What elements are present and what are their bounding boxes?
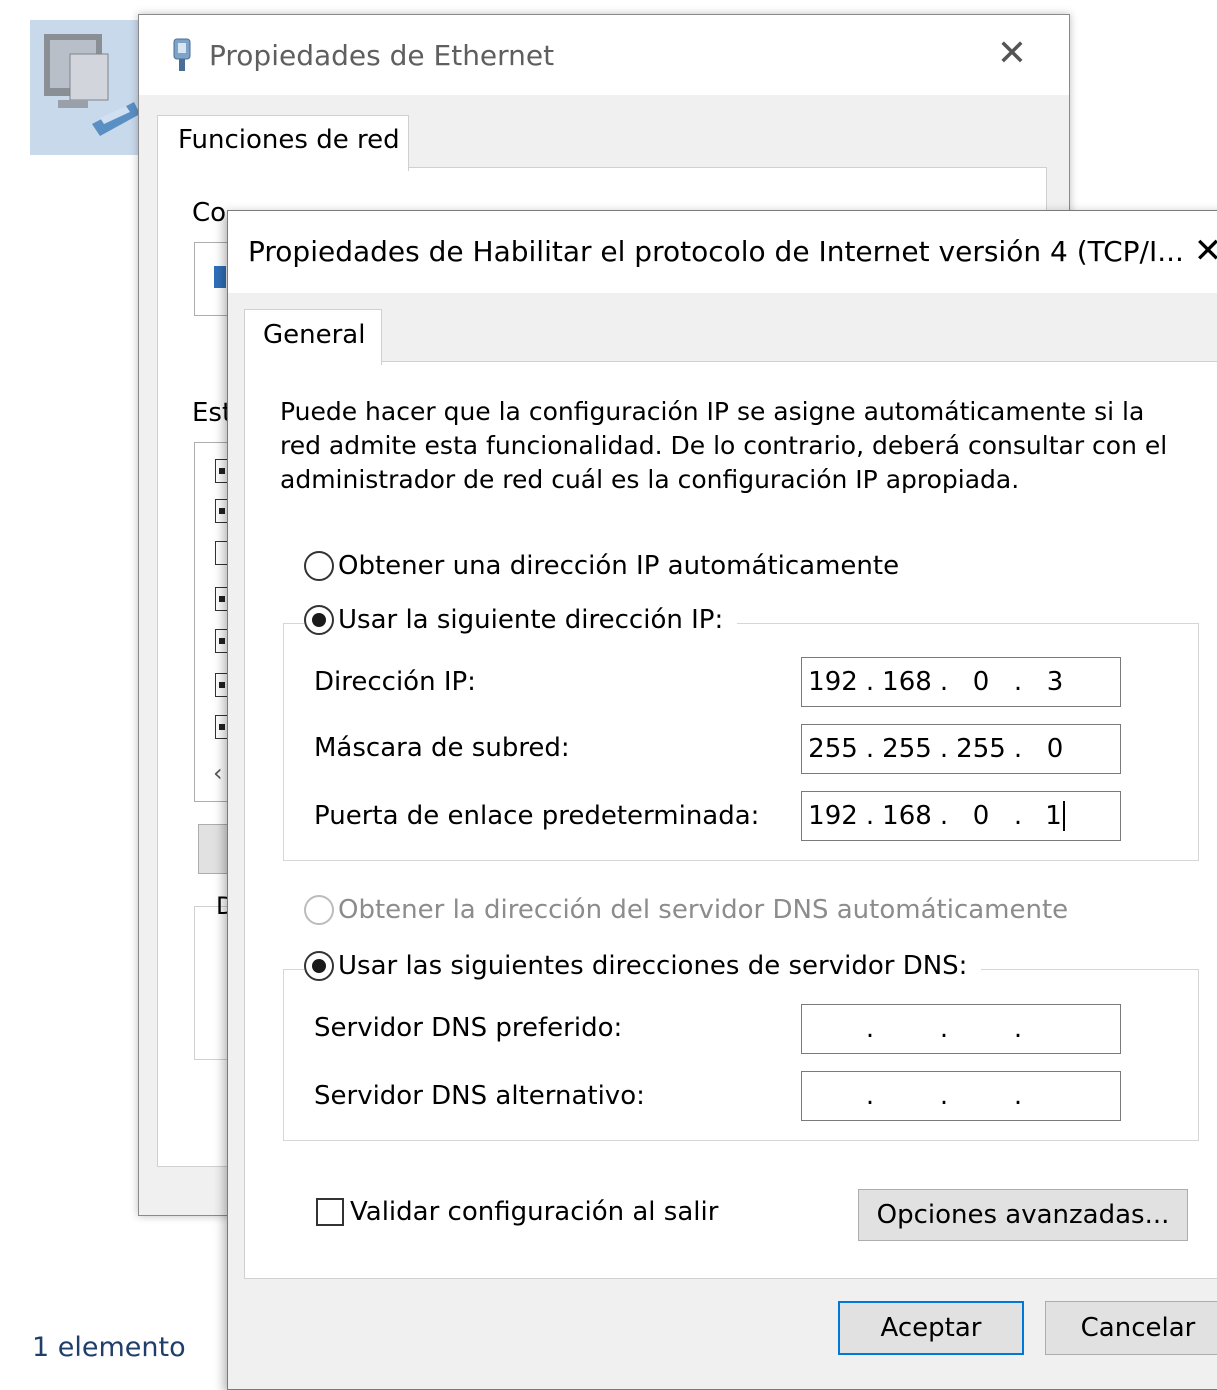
ip-manual-label: Usar la siguiente dirección IP:: [338, 605, 724, 635]
cancel-button[interactable]: Cancelar: [1045, 1301, 1217, 1355]
dns-auto-radio[interactable]: [304, 895, 334, 925]
ethernet-close-icon[interactable]: ✕: [989, 31, 1035, 77]
octet: 255: [808, 734, 858, 764]
adapter-icon: [214, 266, 226, 288]
octet: 255: [956, 734, 1006, 764]
ethernet-items-list: ‹: [194, 442, 230, 802]
ip-auto-radio-row[interactable]: Obtener una dirección IP automáticamente: [304, 551, 899, 581]
description-group: [194, 906, 230, 1060]
ip-manual-radio-row[interactable]: Usar la siguiente dirección IP:: [304, 605, 738, 635]
dns-auto-label: Obtener la dirección del servidor DNS au…: [338, 895, 1069, 925]
network-computer-icon: [44, 34, 140, 136]
dns-manual-radio[interactable]: [304, 951, 334, 981]
alternate-dns-field[interactable]: . . .: [801, 1071, 1121, 1121]
scroll-left-icon[interactable]: ‹: [213, 759, 223, 787]
subnet-mask-field[interactable]: 255. 255. 255. 0: [801, 724, 1121, 774]
ip-address-field[interactable]: 192. 168. 0. 3: [801, 657, 1121, 707]
octet: 168: [882, 801, 932, 831]
octet: 0: [972, 667, 990, 697]
ip-auto-radio[interactable]: [304, 551, 334, 581]
octet: 192: [808, 667, 858, 697]
network-adapter-tile[interactable]: [30, 20, 142, 155]
octet: 1: [1045, 801, 1062, 831]
octet-with-caret: 1: [1024, 801, 1086, 831]
octet: 255: [882, 734, 932, 764]
ethernet-dialog-titlebar[interactable]: Propiedades de Ethernet ✕: [139, 15, 1069, 95]
advanced-options-button[interactable]: Opciones avanzadas...: [858, 1189, 1188, 1241]
preferred-dns-field[interactable]: . . .: [801, 1004, 1121, 1054]
octet: 0: [1046, 734, 1064, 764]
validate-label: Validar configuración al salir: [350, 1197, 719, 1227]
octet: 192: [808, 801, 858, 831]
dns-auto-radio-row[interactable]: Obtener la dirección del servidor DNS au…: [304, 895, 1068, 925]
preferred-dns-label: Servidor DNS preferido:: [314, 1013, 623, 1043]
octet: 168: [882, 667, 932, 697]
octet: 0: [972, 801, 990, 831]
ethernet-dialog-title: Propiedades de Ethernet: [209, 39, 555, 72]
ip-auto-label: Obtener una dirección IP automáticamente: [338, 551, 900, 581]
ip-manual-radio[interactable]: [304, 605, 334, 635]
text-caret: [1062, 801, 1065, 831]
ipv4-dialog-title: Propiedades de Habilitar el protocolo de…: [248, 235, 1184, 268]
gateway-field[interactable]: 192. 168. 0. 1: [801, 791, 1121, 841]
ipv4-close-icon[interactable]: ✕: [1188, 229, 1217, 273]
ok-button[interactable]: Aceptar: [838, 1301, 1024, 1355]
dns-manual-radio-row[interactable]: Usar las siguientes direcciones de servi…: [304, 951, 982, 981]
ipv4-properties-dialog: Propiedades de Habilitar el protocolo de…: [227, 210, 1217, 1390]
status-bar-item-count: 1 elemento: [32, 1332, 186, 1363]
dns-manual-label: Usar las siguientes direcciones de servi…: [338, 951, 968, 981]
tab-funciones-de-red[interactable]: Funciones de red: [157, 115, 409, 171]
octet: 3: [1046, 667, 1064, 697]
alternate-dns-label: Servidor DNS alternativo:: [314, 1081, 645, 1111]
gateway-label: Puerta de enlace predeterminada:: [314, 801, 760, 831]
ethernet-connect-label: Co: [192, 198, 227, 228]
description-text: Puede hacer que la configuración IP se a…: [280, 397, 1168, 494]
install-button[interactable]: [198, 824, 230, 874]
subnet-mask-label: Máscara de subred:: [314, 733, 570, 763]
ip-address-label: Dirección IP:: [314, 667, 476, 697]
ipv4-dialog-titlebar[interactable]: Propiedades de Habilitar el protocolo de…: [228, 211, 1217, 293]
ethernet-adapter-icon: [173, 38, 191, 71]
validate-checkbox[interactable]: [316, 1198, 344, 1226]
validate-row[interactable]: Validar configuración al salir: [316, 1197, 718, 1227]
tab-general[interactable]: General: [244, 309, 382, 365]
